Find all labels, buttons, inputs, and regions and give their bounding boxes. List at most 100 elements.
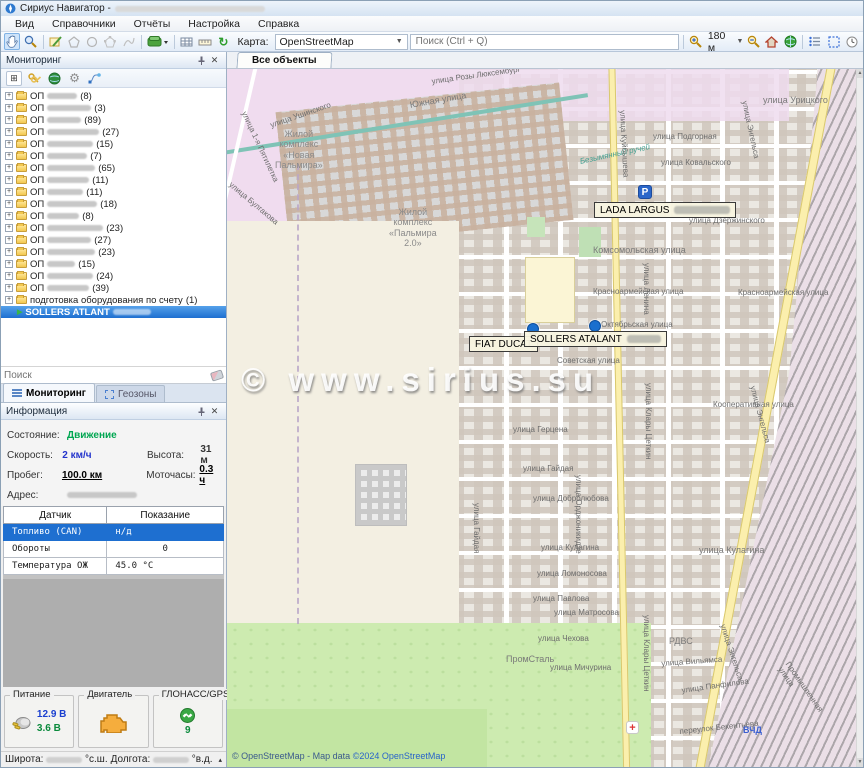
tree-item[interactable]: +ОП(27) <box>1 234 226 246</box>
tree-item[interactable]: +ОП(23) <box>1 246 226 258</box>
tree-item[interactable]: +подготовка оборудования по счету(1) <box>1 294 226 306</box>
expand-icon[interactable]: + <box>5 176 13 184</box>
tree-item[interactable]: +ОП(89) <box>1 114 226 126</box>
expand-icon[interactable]: + <box>5 164 13 172</box>
menu-item[interactable]: Вид <box>7 17 42 31</box>
grid-icon[interactable] <box>179 33 195 50</box>
tree-item-selected[interactable]: ▶SOLLERS ATLANT <box>1 306 226 318</box>
sensor-row[interactable]: Температура ОЖ45.0 °С <box>4 558 224 575</box>
tree-item[interactable]: +ОП(11) <box>1 186 226 198</box>
menu-item[interactable]: Отчёты <box>126 17 179 31</box>
folder-icon <box>16 212 27 220</box>
expand-icon[interactable]: + <box>5 92 13 100</box>
expand-icon[interactable]: + <box>5 296 13 304</box>
route-icon[interactable] <box>87 71 102 86</box>
expand-icon[interactable]: + <box>5 152 13 160</box>
tree-item[interactable]: +ОП(15) <box>1 258 226 270</box>
add-polygon-icon[interactable] <box>66 33 82 50</box>
zoom-in-icon[interactable] <box>688 33 704 50</box>
gear-icon[interactable]: ⚙ <box>67 71 82 86</box>
hospital-icon[interactable]: + <box>626 721 639 734</box>
menu-item[interactable]: Справка <box>250 17 307 31</box>
expand-icon[interactable]: + <box>5 284 13 292</box>
expand-icon[interactable]: + <box>5 248 13 256</box>
sensor-col-header[interactable]: Датчик <box>4 507 107 524</box>
tree-item[interactable]: +ОП(15) <box>1 138 226 150</box>
pan-hand-icon[interactable] <box>4 33 20 50</box>
close-icon[interactable]: ✕ <box>208 405 221 418</box>
draw-geozone-icon[interactable] <box>47 33 63 50</box>
sensor-row[interactable]: Топливо (CAN)н/д <box>4 524 224 541</box>
zoom-scale-chevron-icon[interactable]: ▼ <box>737 38 744 45</box>
clear-search-icon[interactable] <box>210 369 224 381</box>
keys-icon[interactable] <box>27 71 42 86</box>
vehicle-label[interactable]: LADA LARGUS <box>594 202 736 218</box>
tree-item[interactable]: +ОП(65) <box>1 162 226 174</box>
resize-grip-icon[interactable]: ▴ <box>218 756 222 764</box>
tree-item[interactable]: +ОП(39) <box>1 282 226 294</box>
expand-icon[interactable]: + <box>5 140 13 148</box>
edit-polyline-icon[interactable] <box>121 33 137 50</box>
tree-item[interactable]: +ОП(23) <box>1 222 226 234</box>
tree-item[interactable]: +ОП(24) <box>1 270 226 282</box>
list-view-icon[interactable] <box>807 33 823 50</box>
gps-satellite-count: 9 <box>185 725 191 736</box>
globe-small-icon[interactable] <box>47 71 62 86</box>
expand-icon[interactable]: + <box>5 188 13 196</box>
tree-item[interactable]: +ОП(8) <box>1 90 226 102</box>
global-search-input[interactable] <box>410 34 679 50</box>
expand-icon[interactable]: + <box>5 104 13 112</box>
tree-search-input[interactable] <box>4 370 211 381</box>
tree-item[interactable]: +ОП(11) <box>1 174 226 186</box>
tab-geozones[interactable]: Геозоны <box>96 385 166 402</box>
close-icon[interactable]: ✕ <box>208 54 221 67</box>
home-icon[interactable] <box>764 33 780 50</box>
tree-item-label: ОП <box>30 199 44 210</box>
expand-icon[interactable]: + <box>5 116 13 124</box>
hours-value[interactable]: 0.3 ч <box>199 464 220 486</box>
layers-icon[interactable] <box>146 33 170 50</box>
folder-icon <box>16 140 27 148</box>
mileage-value[interactable]: 100.0 км <box>62 470 146 481</box>
expand-icon[interactable]: + <box>5 200 13 208</box>
expand-icon[interactable]: + <box>5 236 13 244</box>
edit-polygon-icon[interactable] <box>102 33 118 50</box>
history-clock-icon[interactable] <box>844 33 860 50</box>
globe-icon[interactable] <box>782 33 798 50</box>
tab-monitoring[interactable]: Мониторинг <box>3 383 95 402</box>
tree-item-count: (23) <box>106 223 123 234</box>
scroll-down-icon[interactable]: ▼ <box>857 758 863 767</box>
map-scrollbar[interactable]: ▲ ▼ <box>856 69 863 767</box>
menu-item[interactable]: Настройка <box>180 17 248 31</box>
expand-icon[interactable]: + <box>5 260 13 268</box>
expand-all-icon[interactable]: ⊞ <box>6 71 22 86</box>
select-area-icon[interactable] <box>825 33 841 50</box>
parking-icon[interactable]: P <box>638 185 652 199</box>
tree-item[interactable]: +ОП(3) <box>1 102 226 114</box>
expand-icon[interactable]: + <box>5 212 13 220</box>
expand-icon[interactable]: + <box>5 224 13 232</box>
vehicle-label[interactable]: SOLLERS ATALANT <box>524 331 667 347</box>
menu-item[interactable]: Справочники <box>44 17 124 31</box>
expand-icon[interactable]: + <box>5 128 13 136</box>
add-circle-icon[interactable] <box>84 33 100 50</box>
pin-icon[interactable] <box>195 405 208 418</box>
tree-item[interactable]: +ОП(27) <box>1 126 226 138</box>
sensor-row[interactable]: Обороты0 <box>4 541 224 558</box>
value-col-header[interactable]: Показание <box>107 507 224 524</box>
tree-item[interactable]: +ОП(18) <box>1 198 226 210</box>
pin-icon[interactable] <box>195 54 208 67</box>
tree-item[interactable]: +ОП(8) <box>1 210 226 222</box>
expand-icon[interactable]: + <box>5 272 13 280</box>
map-tab-all-objects[interactable]: Все объекты <box>236 52 332 68</box>
tree-item[interactable]: +ОП(7) <box>1 150 226 162</box>
zoom-scale-value[interactable]: 180 м <box>706 30 735 54</box>
map-provider-select[interactable]: OpenStreetMap ▼ <box>275 34 408 50</box>
map-canvas[interactable]: P + © www.sirius.su © OpenStreetMap - Ma… <box>227 69 863 767</box>
zoom-out-icon[interactable] <box>745 33 761 50</box>
scroll-up-icon[interactable]: ▲ <box>857 69 863 78</box>
folder-icon <box>16 284 27 292</box>
refresh-icon[interactable]: ↻ <box>215 33 231 50</box>
ruler-icon[interactable] <box>197 33 213 50</box>
zoom-magnifier-icon[interactable] <box>22 33 38 50</box>
